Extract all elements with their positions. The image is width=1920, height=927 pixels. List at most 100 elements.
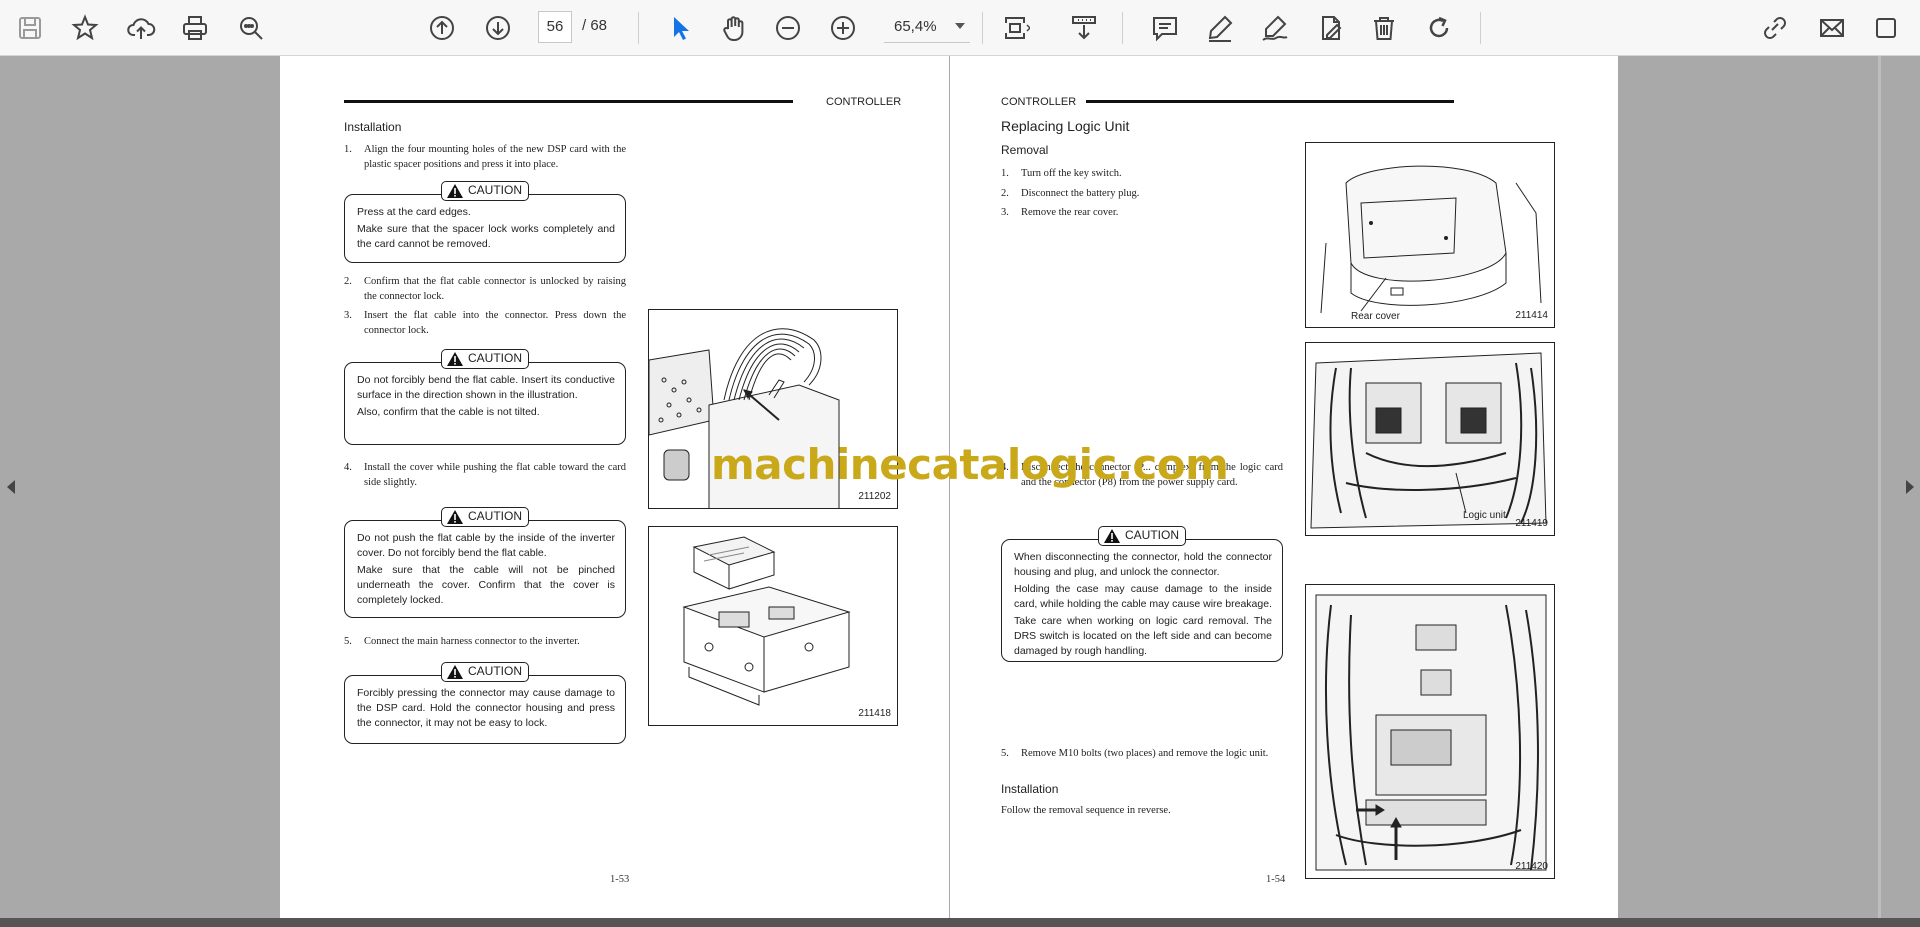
upload-cloud-icon[interactable]: [123, 10, 159, 46]
installation-text: Follow the removal sequence in reverse.: [1001, 805, 1171, 816]
caution-text: Make sure that the spacer lock works com…: [357, 223, 615, 250]
scroll-mode-icon[interactable]: [1066, 10, 1102, 46]
caution-label-text: CAUTION: [468, 351, 522, 365]
caution-text: Make sure that the cable will not be pin…: [357, 564, 615, 606]
step-number: 2.: [1001, 188, 1009, 199]
page-header: CONTROLLER: [826, 96, 902, 108]
caution-label-text: CAUTION: [1125, 528, 1179, 542]
step-item: 2. Confirm that the flat cable connector…: [344, 274, 626, 304]
warning-triangle-icon: [1104, 529, 1120, 543]
mail-icon[interactable]: [1814, 10, 1850, 46]
subsection-title: Installation: [1001, 782, 1059, 796]
caution-label: CAUTION: [441, 662, 529, 682]
warning-triangle-icon: [447, 184, 463, 198]
caution-text: Forcibly pressing the connector may caus…: [357, 687, 615, 729]
step-text: Disconnect the battery plug.: [1021, 188, 1140, 199]
step-number: 2.: [344, 276, 352, 287]
page-fit-icon[interactable]: [997, 10, 1033, 46]
caution-label-text: CAUTION: [468, 664, 522, 678]
page-separator: /: [582, 17, 587, 34]
page-number-input[interactable]: 56: [538, 11, 572, 43]
page-up-icon[interactable]: [424, 10, 460, 46]
caution-label: CAUTION: [441, 349, 529, 369]
share-link-icon[interactable]: [1757, 10, 1793, 46]
header-rule: [344, 100, 793, 103]
edit-pdf-icon[interactable]: [1312, 10, 1348, 46]
step-number: 1.: [1001, 168, 1009, 179]
more-icon[interactable]: [1868, 10, 1904, 46]
logic-unit-bolts-illustration: [1315, 594, 1547, 871]
caution-text: Take care when working on logic card rem…: [1014, 615, 1272, 657]
print-icon[interactable]: [177, 10, 213, 46]
caution-box: Forcibly pressing the connector may caus…: [344, 675, 626, 744]
save-icon[interactable]: [12, 10, 48, 46]
step-item: 3. Insert the flat cable into the connec…: [344, 308, 626, 338]
step-number: 5.: [344, 636, 352, 647]
caution-box: When disconnecting the connector, hold t…: [1001, 539, 1283, 662]
hand-pan-icon[interactable]: [716, 10, 752, 46]
step-item: 5. Remove M10 bolts (two places) and rem…: [1001, 746, 1283, 761]
caution-label-text: CAUTION: [468, 509, 522, 523]
warning-triangle-icon: [447, 665, 463, 679]
toolbar: 56 / 68 65,4%: [0, 0, 1920, 56]
figure-number: 211418: [858, 708, 891, 719]
caution-label: CAUTION: [441, 507, 529, 527]
step-text: Confirm that the flat cable connector is…: [364, 276, 626, 302]
rotate-icon[interactable]: [1421, 10, 1457, 46]
page-total-value: 68: [590, 17, 608, 34]
step-item: 4. Install the cover while pushing the f…: [344, 460, 626, 490]
header-rule: [1086, 100, 1454, 103]
subsection-title: Removal: [1001, 143, 1049, 157]
bookmark-star-icon[interactable]: [67, 10, 103, 46]
warning-triangle-icon: [447, 352, 463, 366]
bottom-bar: [0, 918, 1920, 927]
pdf-page-left: CONTROLLER Installation 1. Align the fou…: [280, 56, 949, 922]
step-text: Remove M10 bolts (two places) and remove…: [1021, 748, 1269, 759]
figure-number: 211202: [858, 491, 891, 502]
step-text: Remove the rear cover.: [1021, 207, 1119, 218]
previous-page-arrow-icon[interactable]: [7, 480, 15, 494]
logic-unit-illustration: [1310, 352, 1547, 529]
pdf-page-right: CONTROLLER Replacing Logic Unit Removal …: [950, 56, 1618, 922]
zoom-search-icon[interactable]: [233, 10, 269, 46]
toolbar-separator: [1480, 12, 1481, 44]
step-item: 5. Connect the main harness connector to…: [344, 634, 626, 649]
page-count: / 68: [582, 17, 607, 34]
figure-logic-unit: Logic unit 211419: [1305, 342, 1555, 536]
sign-icon[interactable]: [1257, 10, 1293, 46]
caution-label-text: CAUTION: [468, 183, 522, 197]
toolbar-separator: [638, 12, 639, 44]
step-text: Install the cover while pushing the flat…: [364, 462, 626, 488]
chevron-down-icon[interactable]: [955, 23, 965, 29]
section-title: Installation: [344, 120, 402, 134]
figure-number: 211419: [1515, 518, 1548, 529]
figure-number: 211414: [1515, 310, 1548, 321]
watermark: machinecatalogic.com: [711, 440, 1229, 489]
comment-icon[interactable]: [1147, 10, 1183, 46]
caution-text: Also, confirm that the cable is not tilt…: [357, 406, 540, 418]
step-item: 3. Remove the rear cover.: [1001, 205, 1231, 220]
page-header: CONTROLLER: [1001, 96, 1077, 108]
scrollbar[interactable]: [1878, 56, 1881, 922]
step-number: 5.: [1001, 748, 1009, 759]
select-pointer-icon[interactable]: [662, 10, 698, 46]
highlight-pen-icon[interactable]: [1202, 10, 1238, 46]
step-text: Align the four mounting holes of the new…: [364, 144, 626, 170]
rear-cover-illustration: [1320, 165, 1542, 314]
step-text: Connect the main harness connector to th…: [364, 636, 580, 647]
toolbar-separator: [982, 12, 983, 44]
inverter-illustration: [682, 536, 851, 706]
caution-box: Do not push the flat cable by the inside…: [344, 520, 626, 618]
step-number: 1.: [344, 144, 352, 155]
toolbar-separator: [1122, 12, 1123, 44]
warning-triangle-icon: [447, 510, 463, 524]
zoom-in-icon[interactable]: [825, 10, 861, 46]
figure-inverter-cover: 211418: [648, 526, 898, 726]
step-item: 2. Disconnect the battery plug.: [1001, 186, 1231, 201]
step-text: Turn off the key switch.: [1021, 168, 1122, 179]
delete-icon[interactable]: [1366, 10, 1402, 46]
zoom-out-icon[interactable]: [770, 10, 806, 46]
caution-text: When disconnecting the connector, hold t…: [1014, 551, 1272, 578]
next-page-arrow-icon[interactable]: [1906, 480, 1914, 494]
page-down-icon[interactable]: [480, 10, 516, 46]
